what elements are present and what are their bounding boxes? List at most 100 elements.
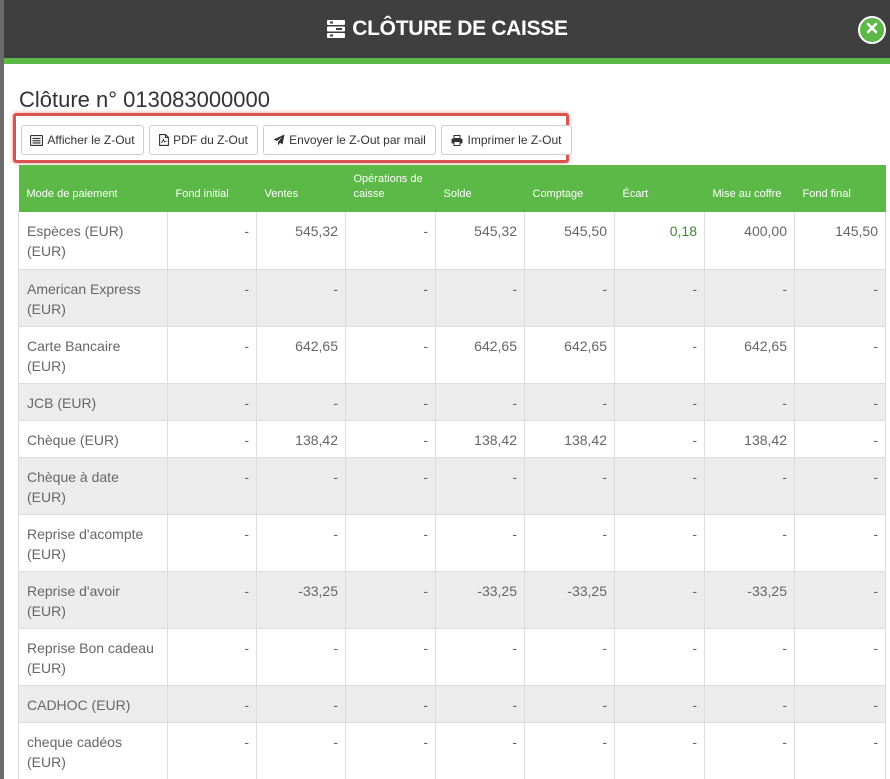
table-cell: 545,32: [435, 212, 525, 270]
table-cell: -: [794, 326, 886, 384]
z-out-toolbar: Afficher le Z-Out PDF du Z-Out Envoyer l…: [13, 113, 572, 163]
table-cell: Espèces (EUR) (EUR): [18, 212, 168, 270]
table-cell: -: [345, 628, 436, 686]
table-cell: 642,65: [256, 326, 346, 384]
table-cell: -: [524, 514, 615, 572]
table-cell: -: [704, 722, 795, 779]
table-cell: -: [167, 420, 257, 458]
payment-table: Mode de paiement Fond initial Ventes Opé…: [18, 165, 886, 779]
table-cell: -: [794, 420, 886, 458]
table-cell: JCB (EUR): [18, 383, 168, 421]
close-button[interactable]: [858, 16, 886, 44]
table-cell: -: [614, 420, 705, 458]
table-cell: -: [524, 269, 615, 327]
table-cell: -: [167, 457, 257, 515]
table-cell: 545,50: [524, 212, 615, 270]
column-header: Ventes: [256, 165, 346, 212]
table-row: Reprise Bon cadeau (EUR) - - - - - - - -: [18, 628, 886, 686]
table-cell: -: [524, 722, 615, 779]
table-header-row: Mode de paiement Fond initial Ventes Opé…: [18, 165, 886, 212]
table-cell: Reprise Bon cadeau (EUR): [18, 628, 168, 686]
table-cell: -: [794, 628, 886, 686]
table-cell: -: [435, 722, 525, 779]
table-row: American Express (EUR) - - - - - - - -: [18, 269, 886, 327]
table-row: Reprise d'acompte (EUR) - - - - - - - -: [18, 514, 886, 572]
table-cell: -: [524, 628, 615, 686]
column-header: Fond final: [794, 165, 886, 212]
table-cell: -: [704, 457, 795, 515]
file-pdf-icon: [159, 134, 170, 146]
table-cell: -: [167, 212, 257, 270]
table-cell: 642,65: [435, 326, 525, 384]
closing-modal: CLÔTURE DE CAISSE Clôture n° 01308300000…: [4, 0, 890, 779]
table-cell: -: [345, 571, 436, 629]
page-title: Clôture n° 013083000000: [19, 87, 271, 112]
table-cell: Chèque (EUR): [18, 420, 168, 458]
table-cell: -: [256, 383, 346, 421]
table-cell: 0,18: [614, 212, 705, 270]
table-cell: -: [614, 269, 705, 327]
mail-z-out-label: Envoyer le Z-Out par mail: [289, 133, 426, 147]
table-cell: -: [167, 514, 257, 572]
show-z-out-button[interactable]: Afficher le Z-Out: [21, 125, 144, 155]
payment-table-container: Mode de paiement Fond initial Ventes Opé…: [18, 165, 886, 779]
table-cell: -: [256, 685, 346, 723]
table-cell: -: [614, 383, 705, 421]
mail-z-out-button[interactable]: Envoyer le Z-Out par mail: [263, 125, 436, 155]
table-cell: -: [614, 685, 705, 723]
table-cell: -: [704, 269, 795, 327]
table-cell: -: [256, 722, 346, 779]
table-cell: -: [256, 628, 346, 686]
table-cell: -: [345, 514, 436, 572]
table-cell: -: [794, 269, 886, 327]
header-accent-bar: [4, 58, 890, 64]
pdf-z-out-label: PDF du Z-Out: [173, 133, 248, 147]
table-row: cheque cadéos (EUR) - - - - - - - -: [18, 722, 886, 779]
table-cell: 138,42: [256, 420, 346, 458]
print-z-out-button[interactable]: Imprimer le Z-Out: [441, 125, 572, 155]
table-cell: 138,42: [704, 420, 795, 458]
table-cell: -: [435, 685, 525, 723]
table-cell: -: [704, 628, 795, 686]
print-z-out-label: Imprimer le Z-Out: [467, 133, 562, 147]
table-row: Chèque (EUR) - 138,42 - 138,42 138,42 - …: [18, 420, 886, 458]
modal-header: CLÔTURE DE CAISSE: [4, 0, 890, 58]
table-cell: -: [256, 514, 346, 572]
table-cell: -: [704, 383, 795, 421]
table-cell: -: [167, 685, 257, 723]
table-cell: 545,32: [256, 212, 346, 270]
table-cell: -: [704, 685, 795, 723]
table-cell: -: [794, 571, 886, 629]
table-cell: -: [614, 628, 705, 686]
pdf-z-out-button[interactable]: PDF du Z-Out: [149, 125, 258, 155]
table-cell: -: [167, 269, 257, 327]
column-header: Opérations de caisse: [345, 165, 436, 212]
table-cell: cheque cadéos (EUR): [18, 722, 168, 779]
column-header: Comptage: [524, 165, 615, 212]
table-cell: 138,42: [524, 420, 615, 458]
table-cell: -: [435, 628, 525, 686]
table-cell: -33,25: [524, 571, 615, 629]
table-cell: 642,65: [524, 326, 615, 384]
table-cell: Carte Bancaire (EUR): [18, 326, 168, 384]
table-cell: -: [704, 514, 795, 572]
table-cell: -: [167, 383, 257, 421]
table-cell: -: [614, 457, 705, 515]
column-header: Écart: [614, 165, 705, 212]
table-cell: -33,25: [435, 571, 525, 629]
table-cell: -33,25: [704, 571, 795, 629]
table-row: Carte Bancaire (EUR) - 642,65 - 642,65 6…: [18, 326, 886, 384]
table-cell: -: [435, 269, 525, 327]
table-row: Espèces (EUR) (EUR) - 545,32 - 545,32 54…: [18, 212, 886, 270]
table-cell: -: [794, 383, 886, 421]
table-cell: -: [345, 685, 436, 723]
table-cell: Reprise d'avoir (EUR): [18, 571, 168, 629]
table-cell: -: [345, 383, 436, 421]
table-cell: Reprise d'acompte (EUR): [18, 514, 168, 572]
table-cell: -: [614, 722, 705, 779]
table-cell: -: [794, 457, 886, 515]
table-cell: -: [167, 722, 257, 779]
paper-plane-icon: [273, 134, 285, 146]
table-cell: -: [614, 326, 705, 384]
close-icon[interactable]: [866, 21, 878, 39]
